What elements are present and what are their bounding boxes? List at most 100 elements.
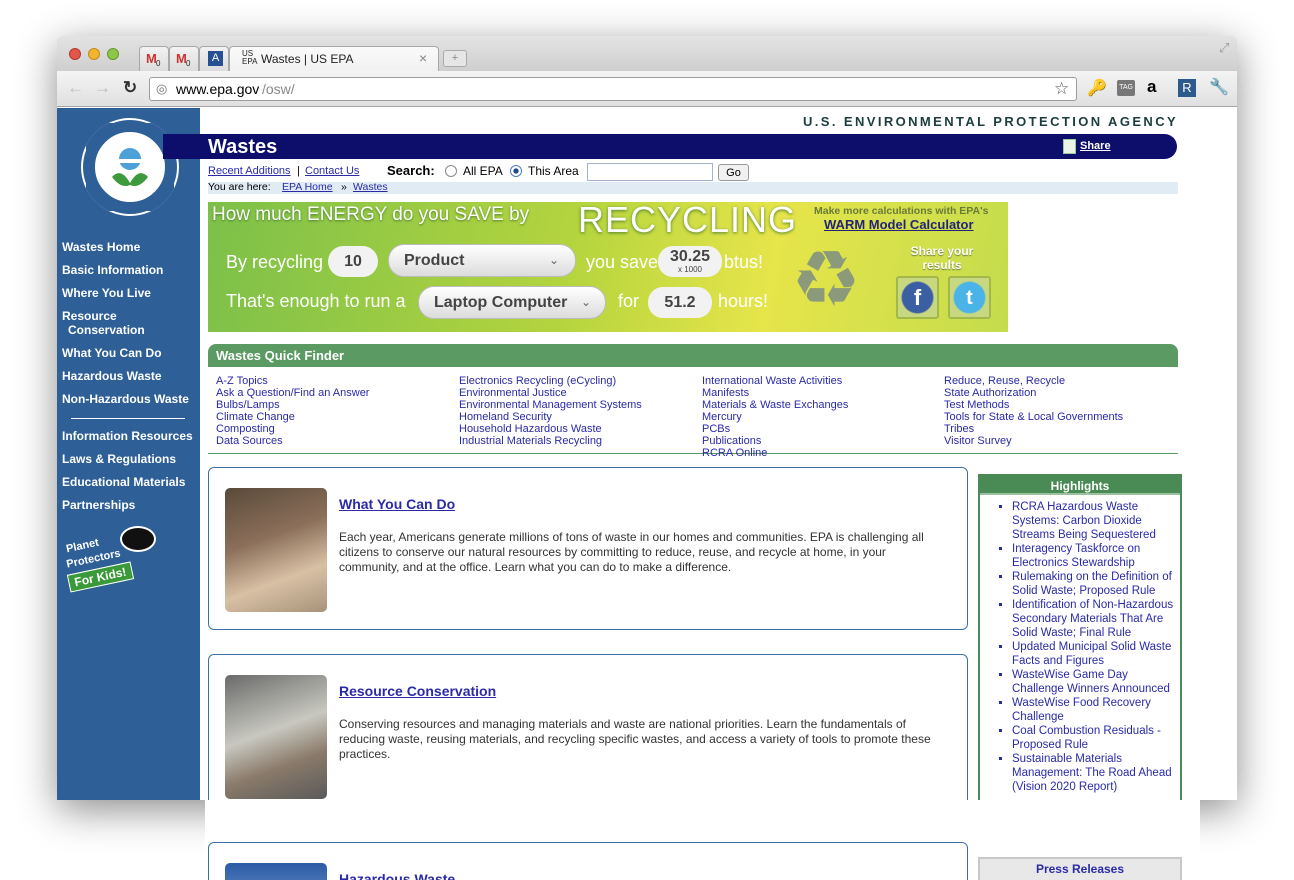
quick-finder-col-1: A-Z Topics Ask a Question/Find an Answer… <box>216 375 369 447</box>
finder-link[interactable]: Reduce, Reuse, Recycle <box>944 375 1123 387</box>
finder-link[interactable]: Electronics Recycling (eCycling) <box>459 375 642 387</box>
finder-link[interactable]: Homeland Security <box>459 411 642 423</box>
finder-link[interactable]: Composting <box>216 423 369 435</box>
fullscreen-icon[interactable]: ⤢ <box>1219 40 1229 56</box>
breadcrumb-epa-home[interactable]: EPA Home <box>282 181 333 193</box>
close-window-button[interactable] <box>69 48 81 60</box>
calc-note: Make more calculations with EPA's <box>814 205 989 217</box>
finder-link[interactable]: Tools for State & Local Governments <box>944 411 1123 423</box>
finder-link[interactable]: Manifests <box>702 387 848 399</box>
tab-gmail-2[interactable]: M 0 <box>169 46 199 71</box>
sidebar-item-what-you-can-do[interactable]: What You Can Do <box>62 346 162 360</box>
sidebar-item-basic-information[interactable]: Basic Information <box>62 263 163 277</box>
finder-link[interactable]: Mercury <box>702 411 848 423</box>
quick-finder: Wastes Quick Finder A-Z Topics Ask a Que… <box>208 344 1178 459</box>
warm-calculator-link[interactable]: WARM Model Calculator <box>824 217 974 232</box>
finder-link[interactable]: PCBs <box>702 423 848 435</box>
quantity-field[interactable]: 10 <box>328 246 378 277</box>
sidebar-item-information-resources[interactable]: Information Resources <box>62 429 193 443</box>
minimize-window-button[interactable] <box>88 48 100 60</box>
contact-us-link[interactable]: Contact Us <box>305 165 359 177</box>
press-releases-title[interactable]: Press Releases <box>980 862 1180 876</box>
tab-wastes[interactable]: US EPA Wastes | US EPA × <box>229 46 439 71</box>
finder-link[interactable]: Publications <box>702 435 848 447</box>
sidebar-divider <box>71 418 185 419</box>
chevron-down-icon: ⌄ <box>581 295 592 309</box>
finder-link[interactable]: State Authorization <box>944 387 1123 399</box>
reload-icon[interactable]: ↻ <box>123 78 137 98</box>
tab-app[interactable]: A <box>199 46 229 71</box>
all-epa-radio[interactable] <box>445 165 457 177</box>
highlight-link[interactable]: Sustainable Materials Management: The Ro… <box>1012 752 1178 794</box>
hazardous-waste-photo <box>225 863 327 880</box>
sidebar-item-laws-regulations[interactable]: Laws & Regulations <box>62 452 176 466</box>
sidebar-item-partnerships[interactable]: Partnerships <box>62 498 135 512</box>
highlight-link[interactable]: Coal Combustion Residuals - Proposed Rul… <box>1012 724 1178 752</box>
sidebar-item-wastes-home[interactable]: Wastes Home <box>62 240 140 254</box>
finder-link[interactable]: Environmental Justice <box>459 387 642 399</box>
finder-link[interactable]: Environmental Management Systems <box>459 399 642 411</box>
sidebar-item-non-hazardous-waste[interactable]: Non-Hazardous Waste <box>62 392 189 406</box>
highlight-link[interactable]: Updated Municipal Solid Waste Facts and … <box>1012 640 1178 668</box>
finder-link[interactable]: International Waste Activities <box>702 375 848 387</box>
tag-icon[interactable]: TAG <box>1117 80 1135 96</box>
new-tab-button[interactable]: + <box>443 50 467 67</box>
finder-link[interactable]: Data Sources <box>216 435 369 447</box>
key-icon[interactable]: 🔑 <box>1087 78 1107 98</box>
breadcrumb: You are here: EPA Home » Wastes <box>208 181 1178 194</box>
sidebar-item-where-you-live[interactable]: Where You Live <box>62 286 151 300</box>
back-icon[interactable]: ← <box>67 78 84 98</box>
r-extension-icon[interactable]: R <box>1178 79 1196 97</box>
bookmark-star-icon[interactable]: ☆ <box>1054 79 1069 99</box>
sidebar-item-conservation[interactable]: Conservation <box>68 323 145 337</box>
product-dropdown[interactable]: Product ⌄ <box>388 244 576 277</box>
finder-link[interactable]: Ask a Question/Find an Answer <box>216 387 369 399</box>
address-bar[interactable]: ◎ www.epa.gov /osw/ ☆ <box>149 77 1077 101</box>
device-dropdown[interactable]: Laptop Computer ⌄ <box>418 286 606 319</box>
this-area-radio[interactable] <box>510 165 522 177</box>
highlight-link[interactable]: Rulemaking on the Definition of Solid Wa… <box>1012 570 1178 598</box>
zoom-window-button[interactable] <box>107 48 119 60</box>
highlight-link[interactable]: Identification of Non-Hazardous Secondar… <box>1012 598 1178 640</box>
card-title[interactable]: Resource Conservation <box>339 683 496 699</box>
card-title[interactable]: What You Can Do <box>339 496 455 512</box>
hours-value: 51.2 <box>648 287 712 318</box>
forward-icon[interactable]: → <box>94 78 111 98</box>
share-results-label: Share your results <box>910 244 974 272</box>
sidebar-item-resource[interactable]: Resource <box>62 309 117 323</box>
finder-link[interactable]: A-Z Topics <box>216 375 369 387</box>
search-input[interactable] <box>587 163 713 181</box>
recent-additions-link[interactable]: Recent Additions <box>208 165 291 177</box>
highlight-link[interactable]: WasteWise Food Recovery Challenge <box>1012 696 1178 724</box>
finder-link[interactable]: Climate Change <box>216 411 369 423</box>
finder-link[interactable]: Materials & Waste Exchanges <box>702 399 848 411</box>
twitter-button[interactable]: t <box>948 276 991 319</box>
btus-value: 30.25 <box>669 248 711 265</box>
facebook-button[interactable]: f <box>896 276 939 319</box>
amazon-icon[interactable]: a <box>1147 77 1156 97</box>
browser-window: M 0 M 0 A US EPA Wastes | US EPA × + ⤢ ←… <box>57 36 1237 800</box>
finder-link[interactable]: Test Methods <box>944 399 1123 411</box>
go-button[interactable]: Go <box>718 164 749 181</box>
finder-link[interactable]: Bulbs/Lamps <box>216 399 369 411</box>
breadcrumb-wastes[interactable]: Wastes <box>353 181 388 193</box>
quick-finder-col-3: International Waste Activities Manifests… <box>702 375 848 459</box>
sidebar-item-educational-materials[interactable]: Educational Materials <box>62 475 185 489</box>
tab-gmail-1[interactable]: M 0 <box>139 46 169 71</box>
sidebar-item-hazardous-waste[interactable]: Hazardous Waste <box>62 369 162 383</box>
finder-link[interactable]: Visitor Survey <box>944 435 1123 447</box>
card-title[interactable]: Hazardous Waste <box>339 871 455 880</box>
highlight-link[interactable]: Interagency Taskforce on Electronics Ste… <box>1012 542 1178 570</box>
finder-link[interactable]: RCRA Online <box>702 447 848 459</box>
finder-link[interactable]: Household Hazardous Waste <box>459 423 642 435</box>
product-dropdown-value: Product <box>404 252 465 269</box>
banner-recycling: RECYCLING <box>578 202 798 240</box>
highlight-link[interactable]: WasteWise Game Day Challenge Winners Ann… <box>1012 668 1178 696</box>
close-tab-icon[interactable]: × <box>419 50 427 66</box>
finder-link[interactable]: Tribes <box>944 423 1123 435</box>
highlight-link[interactable]: RCRA Hazardous Waste Systems: Carbon Dio… <box>1012 500 1178 542</box>
wrench-icon[interactable]: 🔧 <box>1209 77 1229 97</box>
finder-link[interactable]: Industrial Materials Recycling <box>459 435 642 447</box>
planet-protectors-logo[interactable]: Planet Protectors For Kids! <box>64 526 164 593</box>
share-link[interactable]: Share <box>1080 140 1111 152</box>
